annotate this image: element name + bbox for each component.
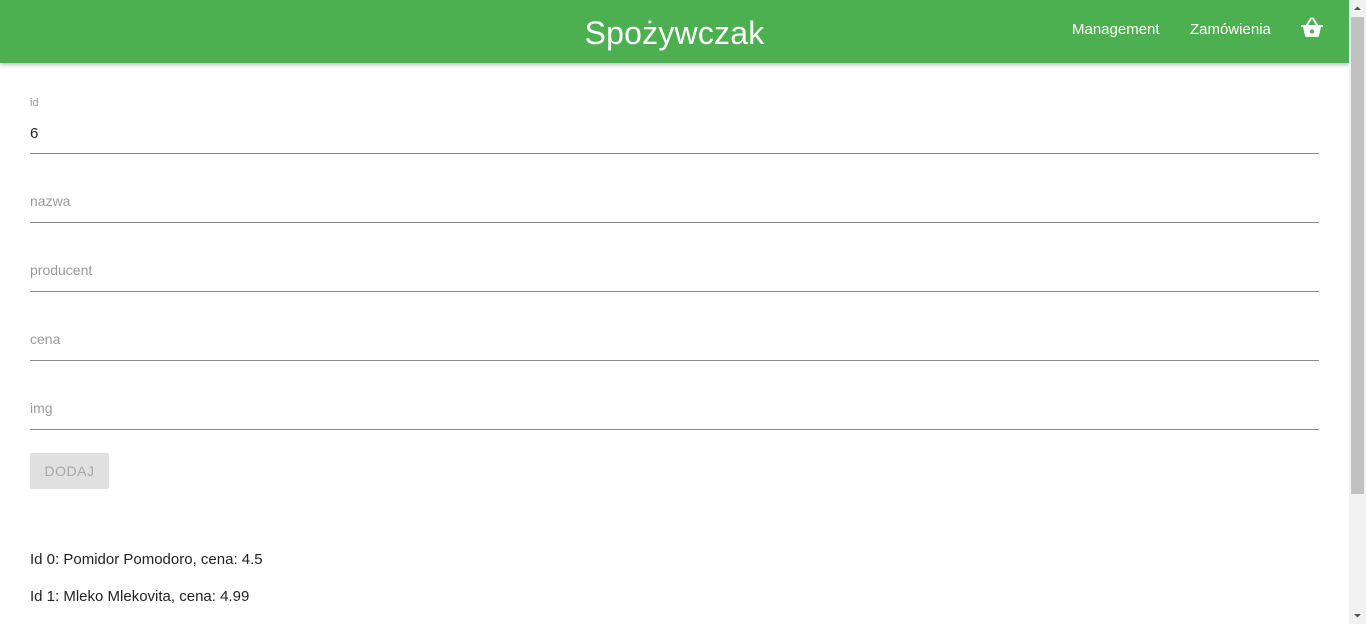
app-bar: Spożywczak Management Zamówienia	[0, 0, 1349, 63]
page: Spożywczak Management Zamówienia id nazw…	[0, 0, 1349, 624]
price-input[interactable]	[30, 320, 1319, 360]
add-product-button[interactable]: DODAJ	[30, 453, 109, 489]
price-field-label: cena	[30, 331, 61, 347]
vertical-scrollbar[interactable]	[1349, 0, 1366, 624]
id-input[interactable]	[30, 113, 1319, 153]
id-field-label: id	[30, 97, 39, 109]
shopping-basket-icon	[1301, 17, 1323, 37]
id-field[interactable]: id	[30, 97, 1319, 154]
product-list-item: Id 1: Mleko Mlekovita, cena: 4.99	[30, 588, 250, 605]
price-field[interactable]: cena	[30, 320, 1319, 361]
product-list-item: Id 0: Pomidor Pomodoro, cena: 4.5	[30, 551, 263, 568]
name-field[interactable]: nazwa	[30, 182, 1319, 223]
name-field-label: nazwa	[30, 193, 71, 209]
producer-input[interactable]	[30, 251, 1319, 291]
img-input[interactable]	[30, 389, 1319, 429]
scroll-up-arrow-icon[interactable]	[1349, 0, 1366, 17]
cart-button[interactable]	[1299, 16, 1325, 40]
producer-field[interactable]: producent	[30, 251, 1319, 292]
producer-field-label: producent	[30, 262, 93, 278]
scroll-down-arrow-icon[interactable]	[1349, 607, 1366, 624]
img-field-label: img	[30, 400, 53, 416]
name-input[interactable]	[30, 182, 1319, 222]
nav-link-orders[interactable]: Zamówienia	[1190, 21, 1271, 38]
nav-link-management[interactable]: Management	[1072, 21, 1160, 38]
scrollbar-thumb[interactable]	[1351, 17, 1364, 494]
img-field[interactable]: img	[30, 389, 1319, 430]
